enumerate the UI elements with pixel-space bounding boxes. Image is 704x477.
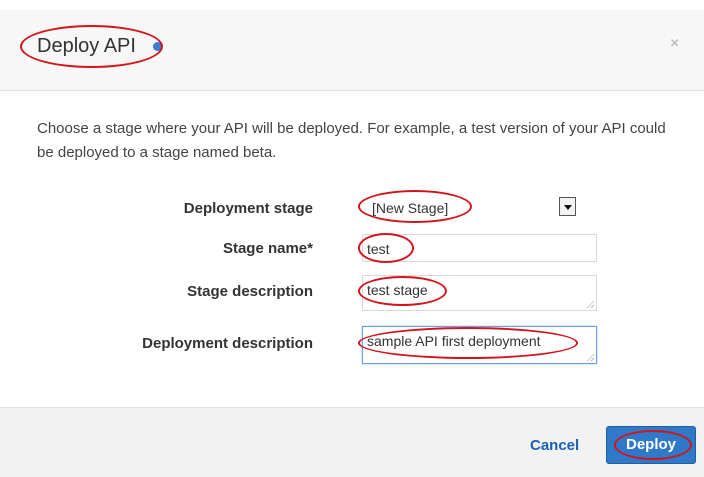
- dialog-title: Deploy API: [37, 35, 136, 57]
- stage-description-label: Stage description: [187, 283, 313, 300]
- resize-handle-icon[interactable]: [586, 300, 594, 308]
- cancel-button[interactable]: Cancel: [530, 437, 579, 455]
- close-icon[interactable]: ×: [670, 34, 679, 54]
- deployment-stage-select[interactable]: [New Stage]: [372, 199, 448, 217]
- dialog-footer: [0, 407, 704, 477]
- dialog-intro-text: Choose a stage where your API will be de…: [37, 120, 666, 161]
- chevron-down-icon[interactable]: [559, 197, 576, 216]
- deployment-description-label: Deployment description: [142, 335, 313, 352]
- info-dot-icon: [153, 42, 162, 51]
- deploy-api-dialog: Deploy API × Choose a stage where your A…: [0, 0, 704, 477]
- stage-name-input[interactable]: test: [362, 234, 597, 262]
- deployment-description-textarea[interactable]: sample API first deployment: [362, 326, 597, 364]
- stage-name-label: Stage name*: [222, 240, 313, 257]
- resize-handle-icon[interactable]: [586, 353, 594, 361]
- deployment-stage-label: Deployment stage: [183, 200, 313, 217]
- deploy-button[interactable]: Deploy: [606, 426, 696, 464]
- stage-description-textarea[interactable]: test stage: [362, 275, 597, 311]
